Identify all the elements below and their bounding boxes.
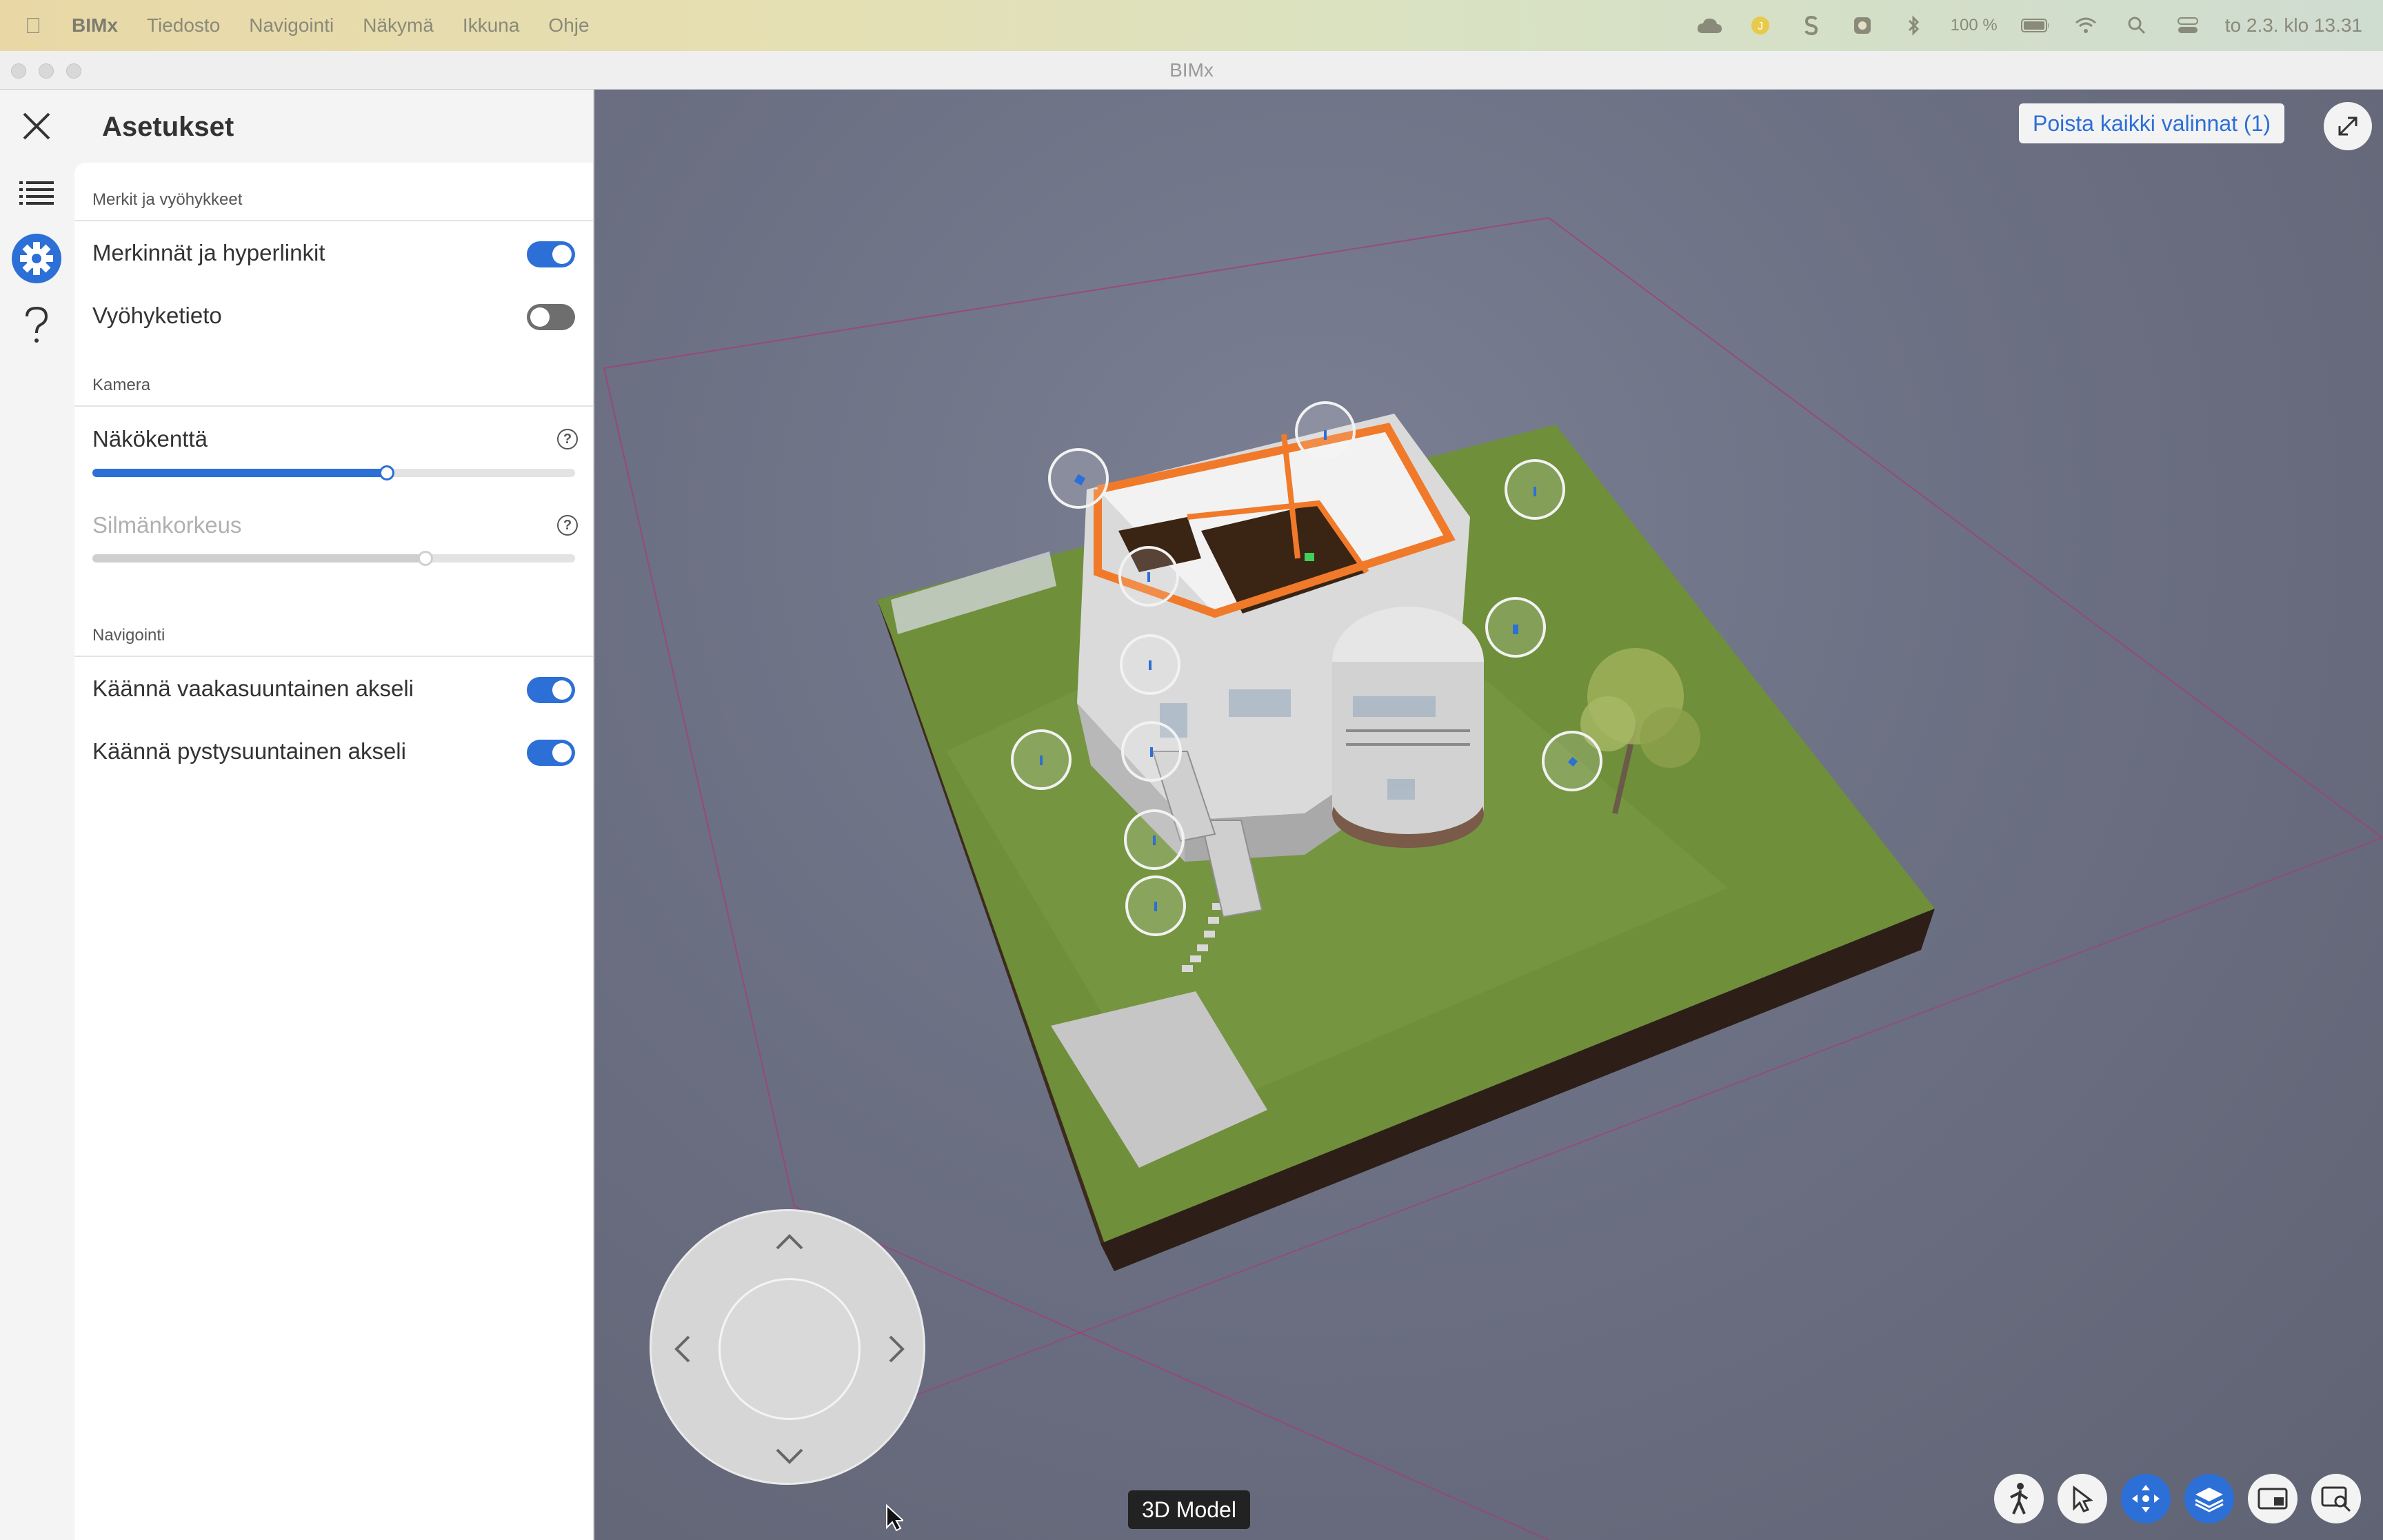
close-panel-button[interactable] xyxy=(10,99,63,153)
settings-panel: Asetukset Merkit ja vyöhykkeet Merkinnät… xyxy=(73,90,594,1540)
s-app-icon[interactable] xyxy=(1798,15,1825,36)
battery-percent: 100 % xyxy=(1950,16,1998,34)
eye-height-label: Silmänkorkeus xyxy=(92,512,242,538)
list-icon xyxy=(19,181,54,205)
mouse-cursor-icon xyxy=(886,1504,903,1532)
orbit-mode-button[interactable] xyxy=(2121,1474,2171,1523)
fov-label: Näkökenttä xyxy=(92,426,208,452)
minimize-window-button[interactable] xyxy=(39,63,54,79)
menu-help[interactable]: Ohje xyxy=(548,14,589,37)
shield-icon[interactable] xyxy=(1849,15,1876,36)
selection-marker xyxy=(1305,553,1314,561)
panel-title: Asetukset xyxy=(102,112,234,142)
menu-view[interactable]: Näkymä xyxy=(363,14,434,37)
fov-slider[interactable] xyxy=(92,465,575,480)
arrow-up-icon[interactable] xyxy=(774,1232,805,1251)
wifi-icon[interactable] xyxy=(2072,15,2100,36)
menu-window[interactable]: Ikkuna xyxy=(463,14,520,37)
arrow-right-icon[interactable] xyxy=(887,1334,907,1364)
zoom-fit-button[interactable] xyxy=(2311,1474,2361,1523)
arrow-left-icon[interactable] xyxy=(672,1334,692,1364)
section-camera-heading: Kamera xyxy=(92,376,151,394)
3d-viewport[interactable]: Poista kaikki valinnat (1) 3D Model xyxy=(594,90,2383,1540)
markup-toggle[interactable] xyxy=(527,241,575,267)
view-mode-label: 3D Model xyxy=(1128,1490,1250,1529)
bluetooth-icon[interactable] xyxy=(1900,15,1927,36)
window-title: BIMx xyxy=(1169,59,1214,81)
list-button[interactable] xyxy=(10,165,63,219)
zone-toggle[interactable] xyxy=(527,304,575,330)
navigation-joystick[interactable] xyxy=(650,1209,925,1485)
settings-card: Merkit ja vyöhykkeet Merkinnät ja hyperl… xyxy=(74,163,593,1540)
section-markers-heading: Merkit ja vyöhykkeet xyxy=(92,190,243,209)
spotlight-search-icon[interactable] xyxy=(2123,15,2151,36)
pointer-select-icon xyxy=(2073,1486,2093,1512)
bottom-toolbar xyxy=(1994,1474,2361,1523)
close-icon xyxy=(23,112,50,140)
eye-height-slider[interactable] xyxy=(92,551,575,566)
macos-menubar:  BIMx Tiedosto Navigointi Näkymä Ikkuna… xyxy=(0,0,2383,51)
joystick-center[interactable] xyxy=(718,1278,861,1420)
sheet-view-button[interactable] xyxy=(2248,1474,2297,1523)
user-badge-icon[interactable]: J xyxy=(1747,15,1774,36)
control-center-icon[interactable] xyxy=(2174,15,2202,36)
select-mode-button[interactable] xyxy=(2058,1474,2107,1523)
walking-person-icon xyxy=(2010,1483,2029,1514)
layers-button[interactable] xyxy=(2184,1474,2234,1523)
section-navigation-heading: Navigointi xyxy=(92,626,165,645)
fullscreen-button[interactable] xyxy=(2324,102,2372,150)
battery-icon[interactable] xyxy=(2020,15,2049,36)
zone-label: Vyöhyketieto xyxy=(92,303,222,328)
screen-search-icon xyxy=(2321,1486,2351,1512)
divider xyxy=(74,656,593,657)
eye-height-help-icon[interactable]: ? xyxy=(557,515,578,536)
question-icon xyxy=(26,306,48,343)
menu-app-name[interactable]: BIMx xyxy=(72,14,118,37)
menu-file[interactable]: Tiedosto xyxy=(147,14,220,37)
help-button[interactable] xyxy=(10,298,63,352)
invert-horizontal-label: Käännä vaakasuuntainen akseli xyxy=(92,676,414,701)
invert-vertical-label: Käännä pystysuuntainen akseli xyxy=(92,738,406,764)
side-rail xyxy=(0,90,73,1540)
invert-vertical-toggle[interactable] xyxy=(527,740,575,766)
walk-mode-button[interactable] xyxy=(1994,1474,2044,1523)
zoom-window-button[interactable] xyxy=(66,63,81,79)
apple-icon[interactable]:  xyxy=(25,13,52,39)
menubar-clock[interactable]: to 2.3. klo 13.31 xyxy=(2225,14,2362,36)
markup-label: Merkinnät ja hyperlinkit xyxy=(92,240,325,265)
divider xyxy=(74,220,593,221)
gear-icon xyxy=(12,234,61,283)
menu-navigation[interactable]: Navigointi xyxy=(249,14,334,37)
settings-button[interactable] xyxy=(10,232,63,285)
cloud-icon[interactable] xyxy=(1696,15,1723,36)
fov-help-icon[interactable]: ? xyxy=(557,429,578,449)
expand-icon xyxy=(2338,116,2357,136)
close-window-button[interactable] xyxy=(11,63,26,79)
move-arrows-icon xyxy=(2132,1485,2160,1512)
divider xyxy=(74,405,593,407)
window-sheet-icon xyxy=(2258,1488,2288,1510)
svg-text:J: J xyxy=(1758,21,1763,32)
invert-horizontal-toggle[interactable] xyxy=(527,677,575,703)
window-titlebar: BIMx xyxy=(0,51,2383,90)
arrow-down-icon[interactable] xyxy=(774,1447,805,1466)
clear-selection-button[interactable]: Poista kaikki valinnat (1) xyxy=(2019,103,2285,143)
layers-icon xyxy=(2195,1488,2224,1512)
